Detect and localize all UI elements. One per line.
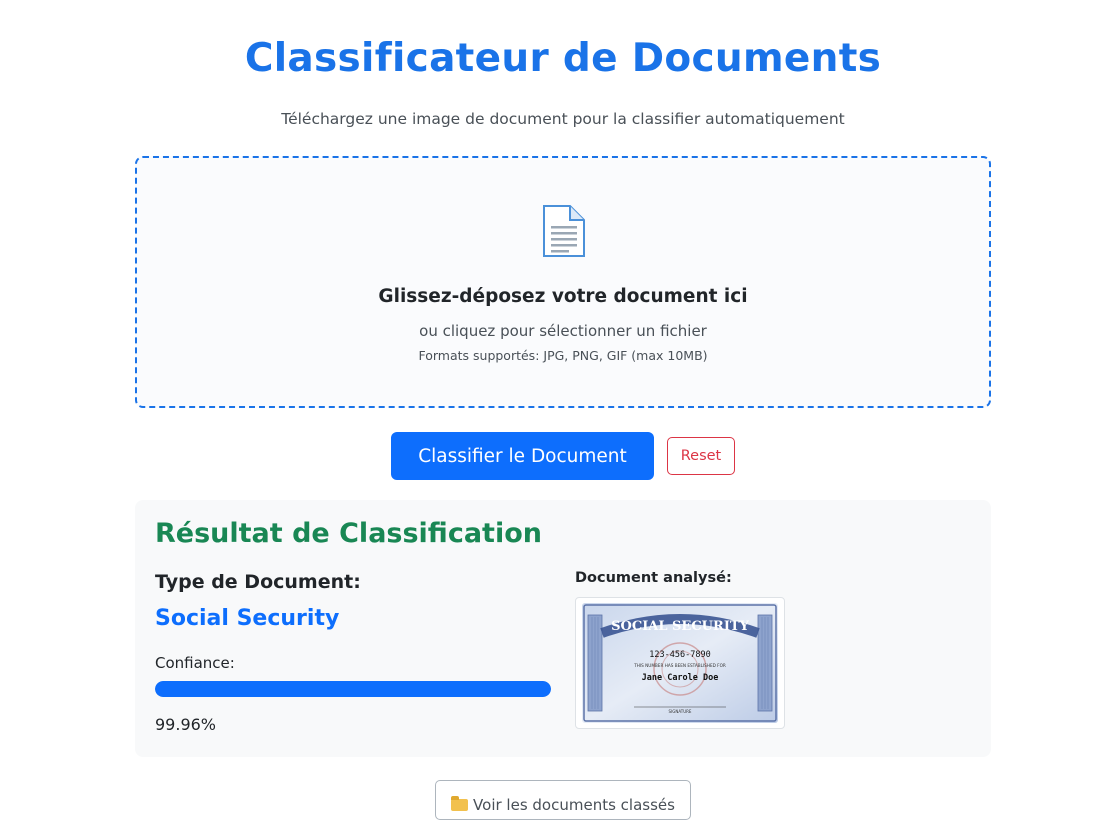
analyzed-document-thumbnail[interactable]: SOCIAL SECURITY 123-456-7890 THIS NUMBER… bbox=[575, 597, 785, 729]
card-name-text: Jane Carole Doe bbox=[642, 673, 719, 683]
card-number-text: 123-456-7890 bbox=[649, 650, 710, 660]
card-signature-label: SIGNATURE bbox=[669, 709, 692, 714]
doc-type-value: Social Security bbox=[155, 606, 340, 631]
card-header-text: SOCIAL SECURITY bbox=[611, 619, 749, 634]
view-classified-docs-button[interactable]: Voir les documents classés bbox=[435, 780, 691, 820]
reset-button[interactable]: Reset bbox=[667, 437, 735, 475]
classify-button[interactable]: Classifier le Document bbox=[391, 432, 654, 480]
doc-type-label: Type de Document: bbox=[155, 571, 361, 593]
file-dropzone[interactable]: Glissez-déposez votre document ici ou cl… bbox=[135, 156, 991, 408]
result-title: Résultat de Classification bbox=[155, 518, 542, 549]
confidence-progress-bar bbox=[155, 681, 551, 697]
confidence-progress-fill bbox=[155, 681, 551, 697]
folder-icon bbox=[451, 796, 469, 811]
dropzone-subtitle: ou cliquez pour sélectionner un fichier bbox=[419, 322, 707, 340]
document-icon bbox=[137, 204, 989, 258]
dropzone-title: Glissez-déposez votre document ici bbox=[378, 286, 748, 307]
social-security-card-image: SOCIAL SECURITY 123-456-7890 THIS NUMBER… bbox=[582, 603, 778, 723]
confidence-label: Confiance: bbox=[155, 654, 235, 672]
dropzone-formats: Formats supportés: JPG, PNG, GIF (max 10… bbox=[418, 348, 708, 363]
page-subtitle: Téléchargez une image de document pour l… bbox=[281, 110, 845, 128]
view-docs-label: Voir les documents classés bbox=[473, 796, 675, 814]
analyzed-document-label: Document analysé: bbox=[575, 570, 732, 586]
result-panel: Résultat de Classification Type de Docum… bbox=[135, 500, 991, 757]
card-established-text: THIS NUMBER HAS BEEN ESTABLISHED FOR bbox=[633, 663, 726, 668]
page-title: Classificateur de Documents bbox=[244, 36, 882, 81]
confidence-value: 99.96% bbox=[155, 715, 217, 734]
